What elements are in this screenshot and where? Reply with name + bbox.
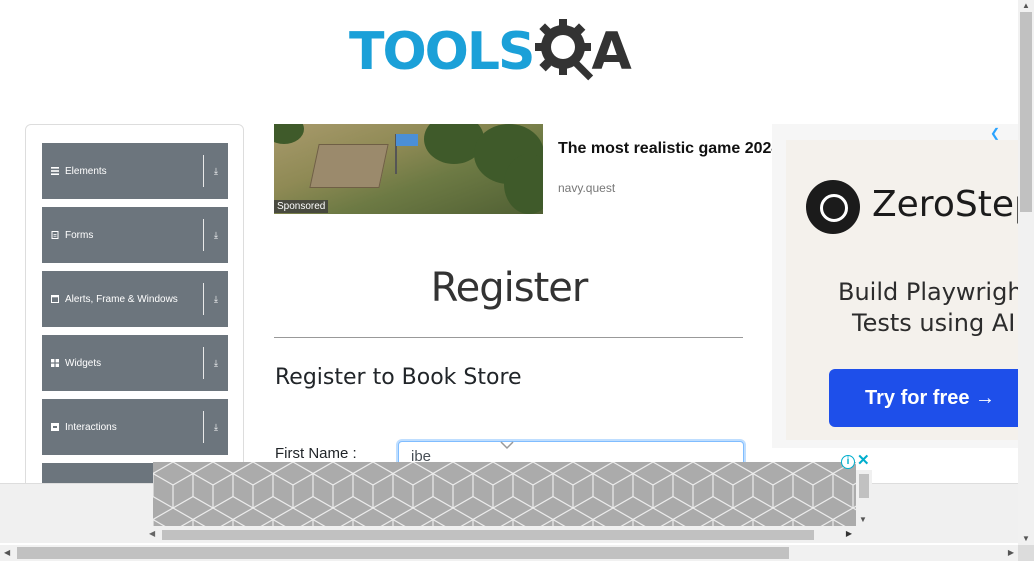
ad-close-icon[interactable]: ✕ (857, 453, 870, 468)
form-subtitle: Register to Book Store (275, 365, 522, 390)
sponsored-badge: Sponsored (274, 200, 329, 213)
grid-icon (51, 359, 59, 367)
toolsqa-logo[interactable]: TOOLS A (349, 14, 632, 90)
sidebar-group-interactions[interactable]: Interactions ⤓ (42, 399, 228, 455)
sidebar-group-label: Interactions (65, 421, 117, 433)
download-arrow-icon: ⤓ (214, 421, 218, 432)
logo-text-tools: TOOLS (349, 22, 535, 82)
scrollbar-thumb[interactable] (1020, 12, 1032, 212)
document-icon (51, 231, 59, 239)
sidebar-group-elements[interactable]: Elements ⤓ (42, 143, 228, 199)
ad-info-icon[interactable]: i (841, 455, 855, 469)
scroll-left-icon[interactable]: ◀ (149, 529, 155, 538)
scrollbar-thumb[interactable] (859, 474, 869, 498)
ad-horizontal-scrollbar[interactable]: ◀ ▶ (145, 527, 856, 543)
first-name-label: First Name : (275, 445, 357, 462)
scroll-right-icon[interactable]: ▶ (1008, 548, 1014, 557)
sidebar-group-label: Alerts, Frame & Windows (65, 293, 178, 305)
sponsored-ad[interactable] (274, 124, 774, 214)
scrollbar-thumb[interactable] (17, 547, 789, 559)
divider (274, 337, 743, 338)
scroll-down-icon[interactable]: ▼ (859, 515, 867, 524)
divider (203, 347, 204, 379)
window-icon (51, 295, 59, 303)
ad-vertical-scrollbar[interactable]: ▼ (856, 470, 872, 526)
try-for-free-button[interactable]: Try for free → (829, 369, 1018, 427)
page: TOOLS A Elements ⤓ Forms ⤓ Alerts, Frame… (0, 0, 1034, 561)
divider (203, 411, 204, 443)
zerostep-ad[interactable]: ZeroStep Build Playwright Tests using AI… (772, 124, 1018, 448)
sidebar: Elements ⤓ Forms ⤓ Alerts, Frame & Windo… (25, 124, 244, 504)
download-arrow-icon: ⤓ (214, 293, 218, 304)
sidebar-group-widgets[interactable]: Widgets ⤓ (42, 335, 228, 391)
divider (203, 219, 204, 251)
logo-text-a: A (591, 22, 632, 82)
hex-pattern (153, 462, 856, 526)
download-arrow-icon: ⤓ (214, 357, 218, 368)
scroll-left-icon[interactable]: ◀ (4, 548, 10, 557)
page-vertical-scrollbar[interactable]: ▲ ▼ (1018, 0, 1034, 545)
adchoices-icon[interactable]: ❮ (990, 126, 1000, 140)
ad-panel: ZeroStep Build Playwright Tests using AI… (786, 140, 1018, 440)
zerostep-logo-icon (806, 180, 860, 234)
ad-brand: ZeroStep (872, 184, 1018, 225)
download-arrow-icon: ⤓ (214, 229, 218, 240)
chevron-down-icon (500, 441, 514, 450)
page-horizontal-scrollbar[interactable]: ◀ ▶ (0, 545, 1018, 561)
sidebar-group-label: Forms (65, 229, 94, 241)
bottom-banner-ad[interactable] (153, 462, 856, 526)
download-arrow-icon: ⤓ (214, 165, 218, 176)
sidebar-group-alerts-frame-windows[interactable]: Alerts, Frame & Windows ⤓ (42, 271, 228, 327)
list-icon (51, 167, 59, 175)
scroll-right-icon[interactable]: ▶ (846, 529, 852, 538)
scrollbar-thumb[interactable] (162, 530, 814, 540)
interaction-icon (51, 423, 59, 431)
divider (203, 155, 204, 187)
scrollbar-corner (1018, 545, 1034, 561)
sidebar-group-forms[interactable]: Forms ⤓ (42, 207, 228, 263)
gear-magnifier-icon (535, 19, 594, 81)
ad-tagline-line1: Build Playwright (838, 278, 1018, 306)
sidebar-group-label: Widgets (65, 357, 102, 369)
ad-tagline-line2: Tests using AI (852, 309, 1016, 337)
divider (203, 283, 204, 315)
ad-headline[interactable]: The most realistic game 2024 mouse, play… (558, 139, 774, 159)
scroll-down-icon[interactable]: ▼ (1022, 534, 1030, 543)
scroll-up-icon[interactable]: ▲ (1022, 1, 1030, 10)
page-title: Register (430, 265, 589, 311)
ad-domain[interactable]: navy.quest (558, 181, 615, 195)
sidebar-group-label: Elements (65, 165, 107, 177)
